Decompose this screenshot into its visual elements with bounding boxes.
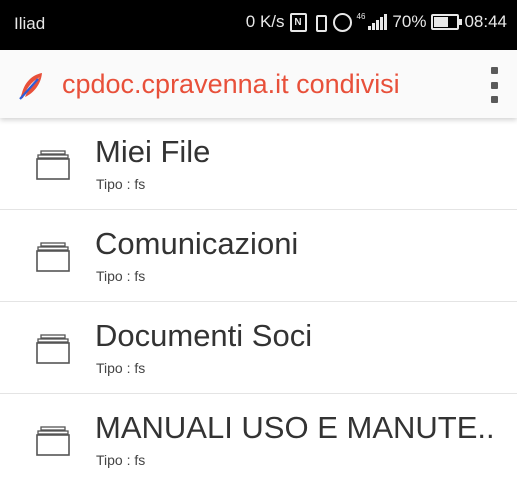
file-list: Miei File Tipo : fs Comunicazioni Tipo :… [0, 118, 517, 485]
carrier-name: Iliad [14, 14, 46, 33]
status-bar: Iliad 0 K/s N 46 70% 08:44 [0, 0, 517, 50]
file-type: Tipo : fs [96, 360, 146, 376]
list-item[interactable]: Miei File Tipo : fs [0, 118, 517, 210]
folder-icon [36, 426, 70, 456]
file-type: Tipo : fs [96, 452, 146, 468]
list-item[interactable]: Comunicazioni Tipo : fs [0, 210, 517, 302]
file-type: Tipo : fs [96, 268, 146, 284]
battery-percent: 70% [392, 12, 427, 31]
folder-icon [36, 334, 70, 364]
file-type: Tipo : fs [96, 176, 146, 192]
battery-icon [431, 14, 463, 30]
file-name: Comunicazioni [95, 226, 299, 261]
file-name: Documenti Soci [95, 318, 313, 353]
app-title: cpdoc.cpravenna.it condivisi [62, 69, 400, 99]
signal-icon [368, 14, 388, 30]
network-speed: 0 K/s [245, 12, 285, 31]
list-item[interactable]: Documenti Soci Tipo : fs [0, 302, 517, 394]
folder-icon [36, 242, 70, 272]
file-name: Miei File [95, 134, 211, 169]
folder-icon [36, 150, 70, 180]
alarm-icon [332, 12, 352, 32]
network-type-badge: 46 [356, 11, 366, 21]
feather-icon [19, 73, 42, 100]
status-icons: 0 K/s N 46 70% 08:44 [246, 12, 507, 32]
vibrate-icon [312, 14, 328, 32]
overflow-menu-icon[interactable] [489, 67, 499, 103]
list-item[interactable]: MANUALI USO E MANUTE.. Tipo : fs [0, 394, 517, 485]
app-bar: cpdoc.cpravenna.it condivisi [0, 50, 517, 118]
file-name: MANUALI USO E MANUTE.. [95, 410, 495, 445]
nfc-icon: N [289, 12, 307, 32]
clock: 08:44 [464, 12, 507, 31]
